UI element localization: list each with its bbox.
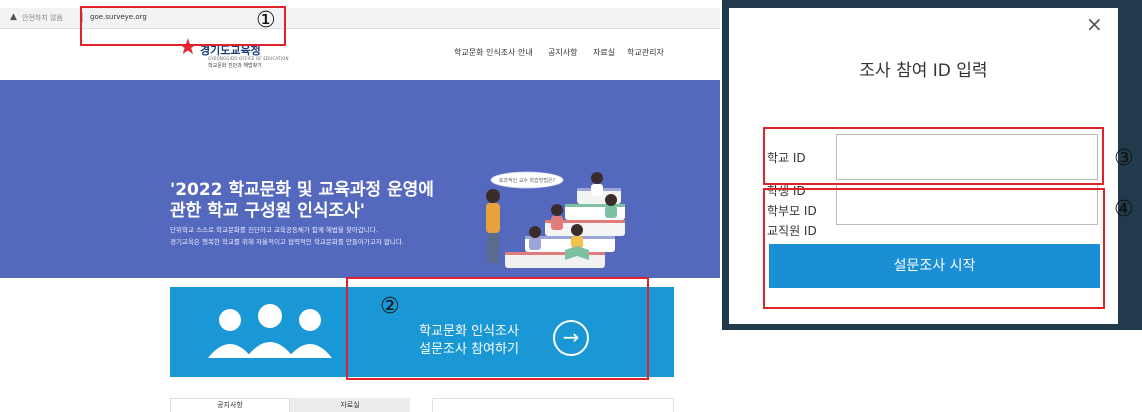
tab-data-room[interactable]: 자료실 — [290, 398, 410, 412]
people-group-icon — [208, 304, 332, 358]
logo-subtitle-en: GYEONGGIDO OFFICE OF EDUCATION — [208, 56, 289, 61]
nav-notice[interactable]: 공지사항 — [548, 47, 577, 58]
speech-bubble-text: 효과적인 교수 학습방법은? — [499, 177, 556, 184]
annotation-marker-1: ① — [256, 8, 276, 33]
tab-notice[interactable]: 공지사항 — [170, 398, 290, 412]
security-warning-text: 안전하지 않음 — [22, 14, 63, 22]
hero-title-line2: 관한 학교 구성원 인식조사' — [170, 201, 365, 221]
close-icon[interactable]: × — [1086, 14, 1103, 34]
modal-title: 조사 참여 ID 입력 — [859, 61, 988, 81]
annotation-box-3 — [763, 127, 1104, 185]
annotation-box-2 — [346, 277, 649, 380]
hero-description-line2: 경기교육은 행복한 학교를 위해 자율적이고 협력적인 학교문화를 만들어가고자… — [170, 238, 404, 246]
students-reading-illustration: 효과적인 교수 학습방법은? — [486, 171, 625, 268]
warning-triangle-icon[interactable]: ▲ — [10, 12, 17, 22]
annotation-marker-3: ③ — [1114, 146, 1134, 171]
annotation-marker-2: ② — [380, 294, 400, 319]
nav-data-room[interactable]: 자료실 — [593, 47, 615, 58]
nav-survey-guide[interactable]: 학교문화 인식조사 안내 — [454, 47, 533, 58]
logo-subtitle-kr: 학교문화 진단과 해법찾기 — [208, 63, 262, 69]
annotation-marker-4: ④ — [1114, 197, 1134, 222]
side-panel — [432, 398, 674, 412]
hero-description-line1: 단위학교 스스로 학교문화를 진단하고 교육공동체가 함께 해법을 찾아갑니다. — [170, 226, 378, 234]
nav-school-admin[interactable]: 학교관리자 — [627, 47, 664, 58]
annotation-box-4 — [763, 188, 1105, 309]
